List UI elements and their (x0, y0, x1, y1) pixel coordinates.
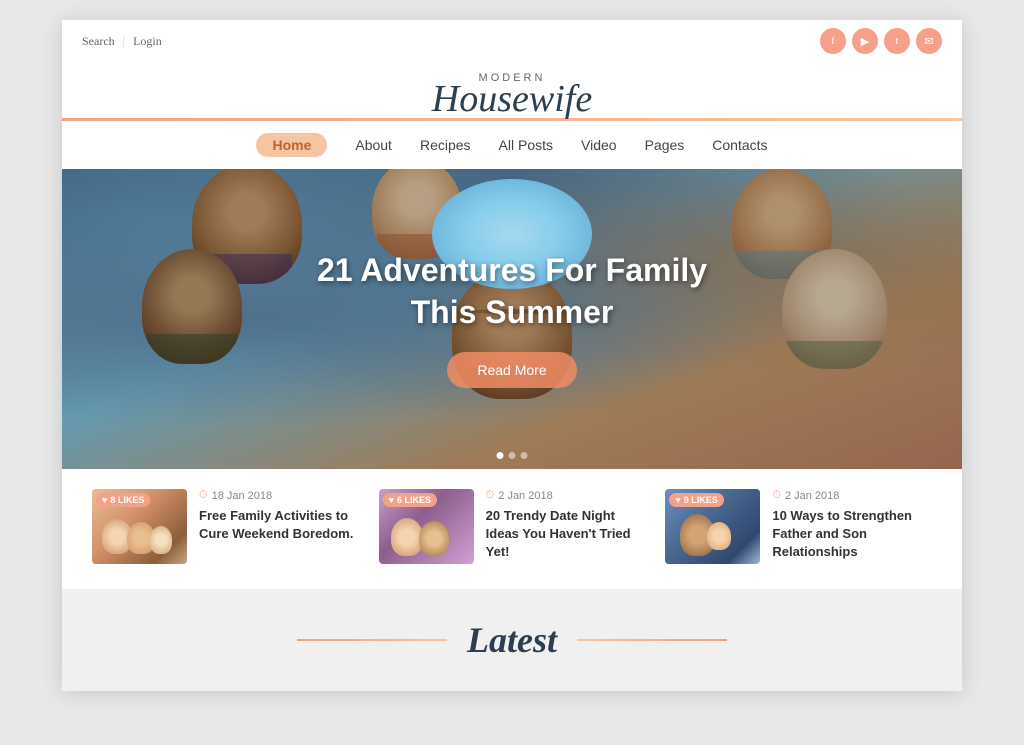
post-card-3: ♥ 9 LIKES ⏱ 2 Jan 2018 10 Ways to Streng… (665, 489, 932, 564)
posts-section: ♥ 8 LIKES ⏱ 18 Jan 2018 Free Family Acti… (62, 469, 962, 589)
nav-contacts[interactable]: Contacts (712, 137, 767, 153)
clock-icon-3: ⏱ (772, 489, 781, 502)
post-thumb-1[interactable]: ♥ 8 LIKES (92, 489, 187, 564)
hero-dot-1[interactable] (497, 452, 504, 459)
heart-icon-1: ♥ (102, 495, 107, 505)
top-bar-left: Search | Login (82, 34, 162, 49)
nav-video[interactable]: Video (581, 137, 617, 153)
post-card-1: ♥ 8 LIKES ⏱ 18 Jan 2018 Free Family Acti… (92, 489, 359, 564)
likes-badge-3: ♥ 9 LIKES (669, 493, 723, 507)
divider: | (123, 34, 125, 49)
hero-content: 21 Adventures For FamilyThis Summer Read… (317, 250, 707, 387)
post-info-3: ⏱ 2 Jan 2018 10 Ways to Strengthen Fathe… (772, 489, 932, 562)
hero-dot-3[interactable] (521, 452, 528, 459)
likes-badge-1: ♥ 8 LIKES (96, 493, 150, 507)
twitter-icon[interactable]: t (884, 28, 910, 54)
youtube-icon[interactable]: ▶ (852, 28, 878, 54)
facebook-icon[interactable]: f (820, 28, 846, 54)
likes-count-1: 8 LIKES (110, 495, 144, 505)
likes-badge-2: ♥ 6 LIKES (383, 493, 437, 507)
nav-pages[interactable]: Pages (645, 137, 685, 153)
post-date-1: ⏱ 18 Jan 2018 (199, 489, 359, 502)
post-thumb-3[interactable]: ♥ 9 LIKES (665, 489, 760, 564)
hero-dots (497, 452, 528, 459)
hero-dot-2[interactable] (509, 452, 516, 459)
login-link[interactable]: Login (133, 34, 162, 49)
header: modern Housewife (62, 62, 962, 118)
top-bar: Search | Login f ▶ t ✉ (62, 20, 962, 62)
latest-line-left (297, 639, 447, 641)
latest-line-right (577, 639, 727, 641)
post-card-2: ♥ 6 LIKES ⏱ 2 Jan 2018 20 Trendy Date Ni… (379, 489, 646, 564)
post-thumb-2[interactable]: ♥ 6 LIKES (379, 489, 474, 564)
search-link[interactable]: Search (82, 34, 115, 49)
posts-grid: ♥ 8 LIKES ⏱ 18 Jan 2018 Free Family Acti… (92, 489, 932, 564)
likes-count-3: 9 LIKES (684, 495, 718, 505)
heart-icon-2: ♥ (389, 495, 394, 505)
nav-home[interactable]: Home (256, 133, 327, 157)
heart-icon-3: ♥ (675, 495, 680, 505)
page-wrapper: Search | Login f ▶ t ✉ modern Housewife … (62, 20, 962, 691)
latest-section: Latest (62, 589, 962, 691)
latest-title: Latest (467, 619, 557, 661)
nav-all-posts[interactable]: All Posts (499, 137, 553, 153)
latest-title-wrapper: Latest (82, 619, 942, 661)
post-date-3: ⏱ 2 Jan 2018 (772, 489, 932, 502)
nav-recipes[interactable]: Recipes (420, 137, 471, 153)
hero-title: 21 Adventures For FamilyThis Summer (317, 250, 707, 333)
logo[interactable]: modern Housewife (82, 72, 942, 118)
post-info-2: ⏱ 2 Jan 2018 20 Trendy Date Night Ideas … (486, 489, 646, 562)
clock-icon-1: ⏱ (199, 489, 208, 502)
post-title-3[interactable]: 10 Ways to Strengthen Father and Son Rel… (772, 507, 932, 562)
post-date-2: ⏱ 2 Jan 2018 (486, 489, 646, 502)
email-icon[interactable]: ✉ (916, 28, 942, 54)
hero-section: 21 Adventures For FamilyThis Summer Read… (62, 169, 962, 469)
post-title-1[interactable]: Free Family Activities to Cure Weekend B… (199, 507, 359, 543)
nav-bar: Home About Recipes All Posts Video Pages… (62, 121, 962, 169)
nav-about[interactable]: About (355, 137, 392, 153)
logo-main-text: Housewife (82, 80, 942, 118)
clock-icon-2: ⏱ (486, 489, 495, 502)
post-info-1: ⏱ 18 Jan 2018 Free Family Activities to … (199, 489, 359, 543)
likes-count-2: 6 LIKES (397, 495, 431, 505)
post-title-2[interactable]: 20 Trendy Date Night Ideas You Haven't T… (486, 507, 646, 562)
social-icons: f ▶ t ✉ (820, 28, 942, 54)
hero-read-more-button[interactable]: Read More (447, 352, 576, 388)
